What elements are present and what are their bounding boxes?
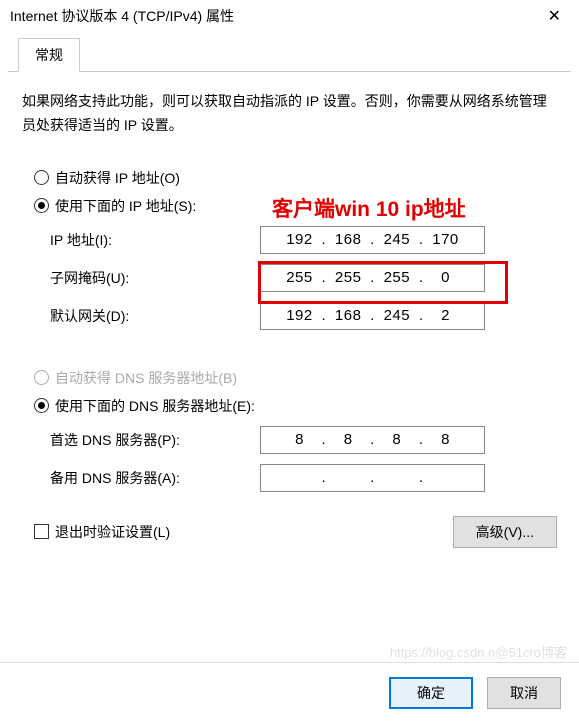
ip-oct[interactable]: 170 <box>426 231 466 248</box>
ip-oct[interactable]: 168 <box>328 231 368 248</box>
radio-manual-dns[interactable] <box>34 398 49 413</box>
ip-oct[interactable]: 2 <box>426 307 466 324</box>
advanced-button[interactable]: 高级(V)... <box>453 516 557 548</box>
ip-oct[interactable]: 8 <box>426 431 466 448</box>
ip-oct[interactable]: 8 <box>377 431 417 448</box>
description-text: 如果网络支持此功能，则可以获取自动指派的 IP 设置。否则，你需要从网络系统管理… <box>22 90 557 138</box>
alt-dns-input[interactable]: . . . <box>260 464 485 492</box>
alt-dns-label: 备用 DNS 服务器(A): <box>50 468 260 488</box>
ip-oct[interactable]: 255 <box>279 269 319 286</box>
subnet-mask-label: 子网掩码(U): <box>50 268 260 288</box>
radio-manual-ip[interactable] <box>34 198 49 213</box>
preferred-dns-input[interactable]: 8. 8. 8. 8 <box>260 426 485 454</box>
radio-auto-ip[interactable] <box>34 170 49 185</box>
ip-oct[interactable]: 255 <box>377 269 417 286</box>
ok-button[interactable]: 确定 <box>389 677 473 709</box>
preferred-dns-label: 首选 DNS 服务器(P): <box>50 430 260 450</box>
tab-general[interactable]: 常规 <box>18 38 80 72</box>
validate-checkbox[interactable] <box>34 524 49 539</box>
subnet-mask-input[interactable]: 255. 255. 255. 0 <box>260 264 485 292</box>
ip-oct[interactable]: 0 <box>426 269 466 286</box>
ip-oct[interactable]: 245 <box>377 307 417 324</box>
ip-oct[interactable]: 8 <box>328 431 368 448</box>
validate-checkbox-label: 退出时验证设置(L) <box>55 522 170 542</box>
close-icon[interactable]: ✕ <box>538 6 571 26</box>
radio-auto-ip-label: 自动获得 IP 地址(O) <box>55 168 180 188</box>
radio-manual-ip-label: 使用下面的 IP 地址(S): <box>55 196 196 216</box>
ip-oct[interactable]: 168 <box>328 307 368 324</box>
ip-address-label: IP 地址(I): <box>50 230 260 250</box>
ip-oct[interactable]: 192 <box>279 307 319 324</box>
watermark: https://blog.csdn.n@51cro博客 <box>390 642 567 661</box>
ip-oct[interactable]: 8 <box>279 431 319 448</box>
radio-auto-dns <box>34 370 49 385</box>
ip-oct[interactable]: 255 <box>328 269 368 286</box>
cancel-button[interactable]: 取消 <box>487 677 561 709</box>
ip-oct[interactable]: 245 <box>377 231 417 248</box>
ip-oct[interactable]: 192 <box>279 231 319 248</box>
window-title: Internet 协议版本 4 (TCP/IPv4) 属性 <box>10 6 234 26</box>
gateway-label: 默认网关(D): <box>50 306 260 326</box>
annotation-text: 客户端win 10 ip地址 <box>272 193 466 223</box>
radio-manual-dns-label: 使用下面的 DNS 服务器地址(E): <box>55 396 255 416</box>
gateway-input[interactable]: 192. 168. 245. 2 <box>260 302 485 330</box>
radio-auto-dns-label: 自动获得 DNS 服务器地址(B) <box>55 368 237 388</box>
ip-address-input[interactable]: 192. 168. 245. 170 <box>260 226 485 254</box>
